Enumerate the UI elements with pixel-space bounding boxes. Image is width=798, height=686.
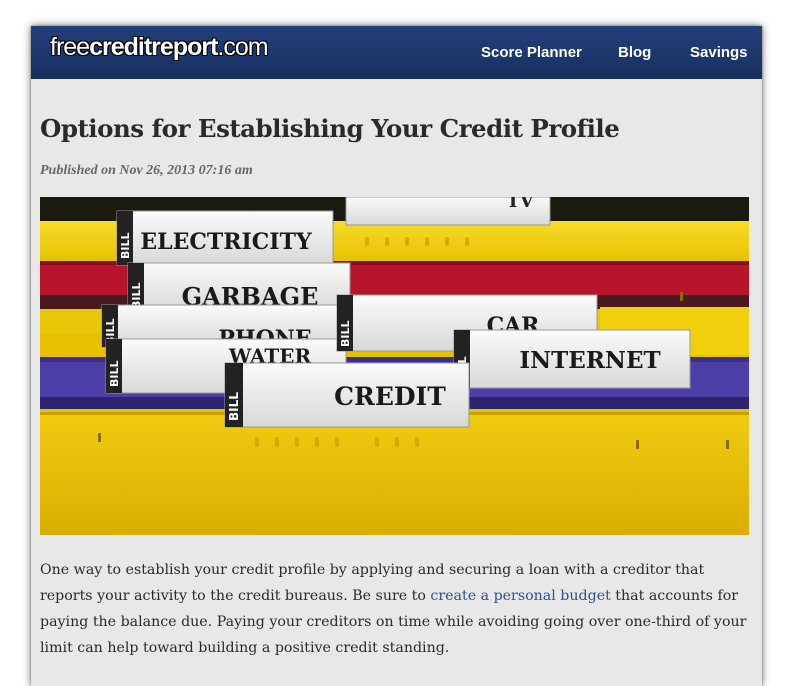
site-header: freecreditreport.com Score Planner Blog … — [31, 26, 762, 79]
nav-score-planner[interactable]: Score Planner — [481, 44, 582, 61]
logo-part-free: free — [50, 33, 90, 61]
site-logo[interactable]: freecreditreport.com — [50, 33, 269, 62]
nav-savings[interactable]: Savings — [690, 44, 748, 61]
logo-part-creditreport: creditreport — [89, 33, 218, 61]
tab-credit: CREDIT — [334, 382, 446, 411]
tab-bill-credit: BILL — [227, 392, 241, 421]
tab-bill-water: BILL — [108, 361, 121, 388]
article-title: Options for Establishing Your Credit Pro… — [40, 114, 620, 143]
personal-budget-link[interactable]: create a personal budget — [430, 588, 610, 604]
tab-bill-electricity: BILL — [119, 233, 132, 260]
published-date: Published on Nov 26, 2013 07:16 am — [40, 163, 253, 178]
tab-electricity: ELECTRICITY — [140, 229, 312, 255]
logo-part-com: .com — [217, 33, 268, 61]
file-folders-photo: TV BILL ELECTRICITY BILL GARBAGE BILL BI… — [40, 197, 749, 535]
article-paragraph: One way to establish your credit profile… — [40, 557, 752, 661]
article-hero-image: TV BILL ELECTRICITY BILL GARBAGE BILL BI… — [40, 197, 749, 535]
tab-internet: INTERNET — [519, 347, 660, 374]
nav-blog[interactable]: Blog — [618, 44, 651, 61]
tab-bill-car: BILL — [339, 321, 352, 348]
page-container: freecreditreport.com Score Planner Blog … — [31, 26, 762, 686]
tab-tv: TV — [506, 197, 534, 212]
folder-yellow-front — [40, 412, 749, 535]
